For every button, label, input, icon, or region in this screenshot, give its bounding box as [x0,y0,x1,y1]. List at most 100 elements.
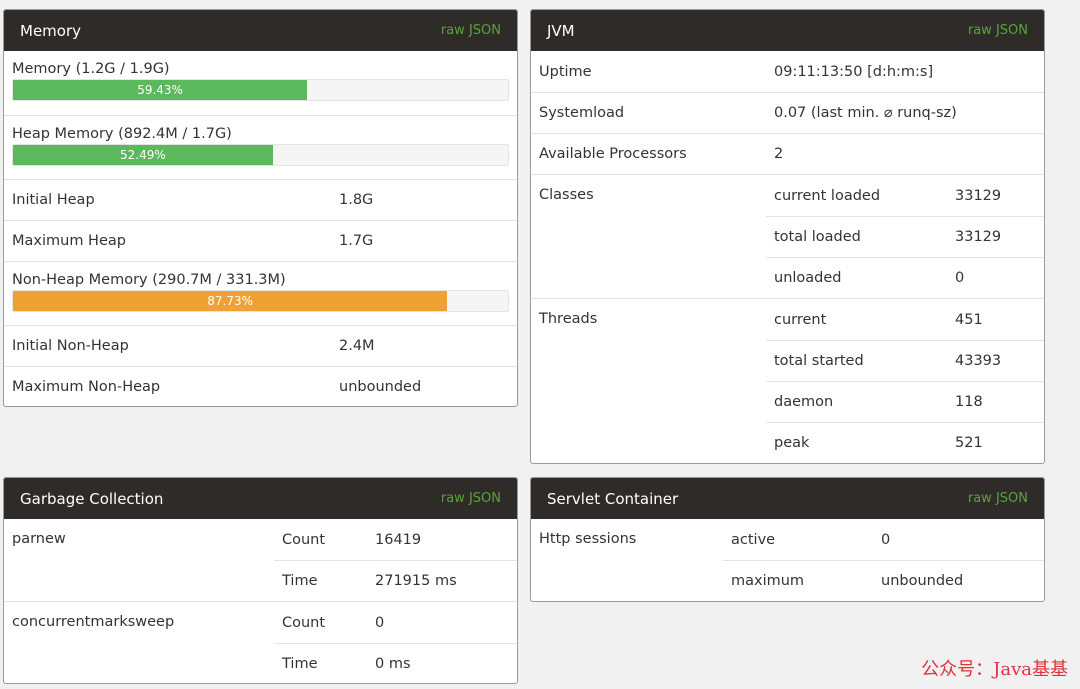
gc-stat-row: Time 0 ms [274,643,517,683]
gc-collector-name: concurrentmarksweep [12,614,175,630]
classes-row: current loaded 33129 [766,175,1044,216]
heap-memory-bar-track: 52.49% [12,144,509,166]
uptime-label: Uptime [539,63,592,80]
systemload-label: Systemload [539,105,625,121]
jvm-panel: JVM raw JSON Uptime 09:11:13:50 [d:h:m:s… [530,9,1045,464]
memory-panel: Memory raw JSON Memory (1.2G / 1.9G) 59.… [3,9,518,407]
threads-rows: current 451 total started 43393 daemon 1… [766,299,1044,463]
gc-stat-row: Count 0 [274,602,517,643]
threads-label: Threads [539,311,598,327]
servlet-raw-json-link[interactable]: raw JSON [968,491,1028,506]
threads-value: 451 [955,311,983,328]
classes-rows: current loaded 33129 total loaded 33129 … [766,175,1044,298]
classes-group: Classes current loaded 33129 total loade… [531,174,1044,298]
http-sessions-label: Http sessions [539,531,637,547]
classes-value: 33129 [955,187,1002,204]
gc-stat-value: 0 [375,614,385,631]
memory-raw-json-link[interactable]: raw JSON [441,23,501,38]
gc-collector-rows: Count 0 Time 0 ms [274,602,517,683]
gc-panel-title: Garbage Collection [20,489,164,508]
gc-stat-key: Count [282,531,326,548]
heap-memory-bar-fill: 52.49% [13,145,273,165]
watermark-text: 公众号：Java基基 [921,659,1068,680]
gc-stat-key: Count [282,614,326,631]
threads-row: current 451 [766,299,1044,340]
servlet-panel: Servlet Container raw JSON Http sessions… [530,477,1045,602]
gc-stat-row: Count 16419 [274,519,517,560]
maximum-non-heap-label: Maximum Non-Heap [12,379,161,395]
initial-heap-value: 1.8G [339,192,374,208]
non-heap-memory-bar-track: 87.73% [12,290,509,312]
uptime-row: Uptime 09:11:13:50 [d:h:m:s] [531,51,1044,92]
memory-bar-track: 59.43% [12,79,509,101]
classes-key: current loaded [774,187,881,204]
maximum-heap-label: Maximum Heap [12,233,126,249]
classes-key: unloaded [774,270,842,286]
non-heap-memory-bar-label: Non-Heap Memory (290.7M / 331.3M) [12,272,286,288]
gc-stat-key: Time [282,656,318,672]
initial-non-heap-value: 2.4M [339,338,375,354]
threads-value: 118 [955,394,983,410]
non-heap-memory-bar-row: Non-Heap Memory (290.7M / 331.3M) 87.73% [4,261,517,325]
classes-key: total loaded [774,229,861,245]
systemload-value: 0.07 (last min. ⌀ runq-sz) [774,105,957,121]
http-sessions-key: maximum [731,573,805,589]
classes-row: unloaded 0 [766,257,1044,298]
gc-stat-value: 16419 [375,531,422,548]
threads-key: peak [774,435,810,451]
gc-stat-row: Time 271915 ms [274,560,517,601]
memory-bar-label: Memory (1.2G / 1.9G) [12,61,170,77]
maximum-non-heap-row: Maximum Non-Heap unbounded [4,366,517,406]
threads-row: daemon 118 [766,381,1044,422]
systemload-row: Systemload 0.07 (last min. ⌀ runq-sz) [531,92,1044,133]
gc-panel-header: Garbage Collection raw JSON [4,478,517,519]
threads-value: 43393 [955,353,1002,369]
http-sessions-value: 0 [881,531,891,548]
initial-heap-row: Initial Heap 1.8G [4,179,517,220]
memory-bar-fill: 59.43% [13,80,308,100]
jvm-raw-json-link[interactable]: raw JSON [968,23,1028,38]
http-sessions-key: active [731,531,776,548]
gc-panel: Garbage Collection raw JSON parnew Count… [3,477,518,684]
processors-label: Available Processors [539,146,687,162]
uptime-value: 09:11:13:50 [d:h:m:s] [774,63,934,80]
memory-bar-row: Memory (1.2G / 1.9G) 59.43% [4,51,517,115]
processors-row: Available Processors 2 [531,133,1044,174]
gc-raw-json-link[interactable]: raw JSON [441,491,501,506]
threads-row: peak 521 [766,422,1044,463]
jvm-panel-title: JVM [547,21,575,40]
gc-stat-value: 0 ms [375,656,411,672]
threads-key: current [774,311,827,328]
classes-value: 33129 [955,229,1002,245]
gc-stat-key: Time [282,573,318,589]
classes-row: total loaded 33129 [766,216,1044,257]
classes-value: 0 [955,270,965,286]
classes-label: Classes [539,187,594,203]
http-sessions-value: unbounded [881,573,964,589]
threads-key: daemon [774,394,834,410]
heap-memory-bar-label: Heap Memory (892.4M / 1.7G) [12,126,232,142]
memory-panel-title: Memory [20,21,82,40]
threads-value: 521 [955,435,983,451]
gc-collector-name: parnew [12,531,66,547]
http-sessions-rows: active 0 maximum unbounded [723,519,1044,601]
http-sessions-row: active 0 [723,519,1044,560]
non-heap-memory-bar-fill: 87.73% [13,291,448,311]
initial-non-heap-label: Initial Non-Heap [12,338,129,354]
heap-memory-bar-row: Heap Memory (892.4M / 1.7G) 52.49% [4,115,517,179]
jvm-panel-header: JVM raw JSON [531,10,1044,51]
http-sessions-row: maximum unbounded [723,560,1044,601]
gc-collector-rows: Count 16419 Time 271915 ms [274,519,517,601]
http-sessions-group: Http sessions active 0 maximum unbounded [531,519,1044,601]
gc-stat-value: 271915 ms [375,573,457,589]
gc-collector-group: parnew Count 16419 Time 271915 ms [4,519,517,601]
initial-non-heap-row: Initial Non-Heap 2.4M [4,325,517,366]
gc-collector-group: concurrentmarksweep Count 0 Time 0 ms [4,601,517,683]
servlet-panel-header: Servlet Container raw JSON [531,478,1044,519]
threads-group: Threads current 451 total started 43393 … [531,298,1044,463]
threads-key: total started [774,353,864,369]
processors-value: 2 [774,146,784,162]
initial-heap-label: Initial Heap [12,192,95,208]
maximum-non-heap-value: unbounded [339,379,422,395]
threads-row: total started 43393 [766,340,1044,381]
